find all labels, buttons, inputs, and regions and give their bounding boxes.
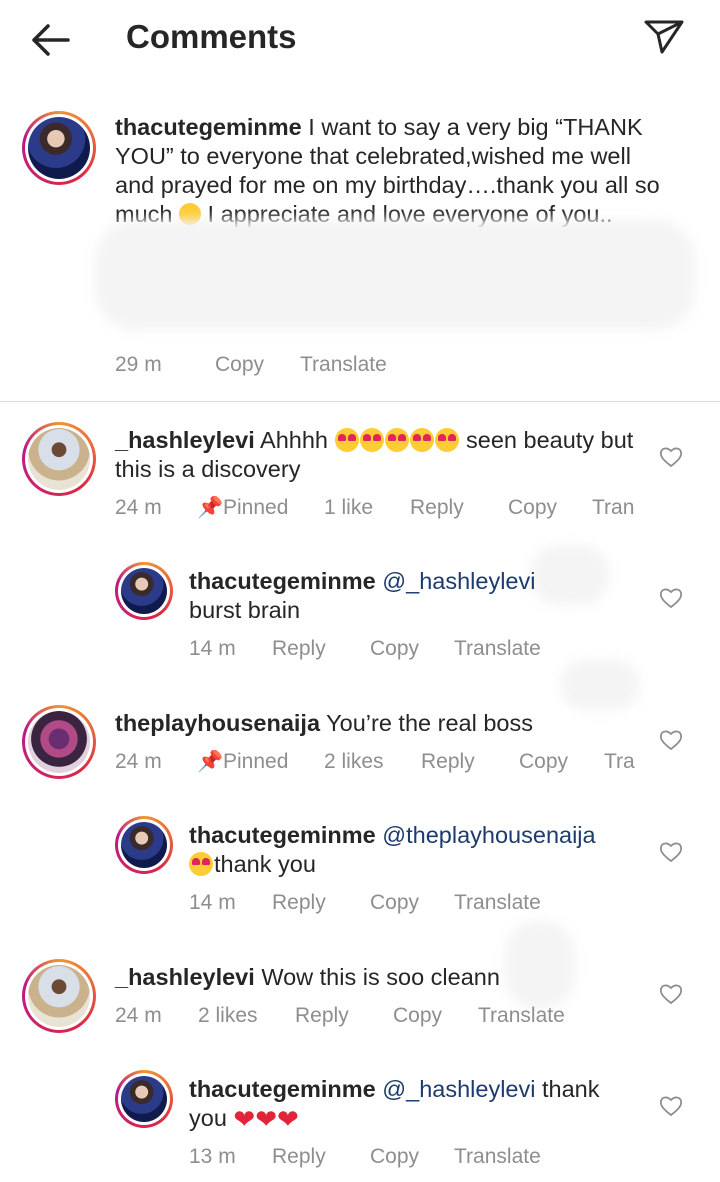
reply-username[interactable]: thacutegeminme [189, 822, 376, 848]
caption-username[interactable]: thacutegeminme [115, 114, 302, 140]
pinned-label: Pinned [223, 750, 289, 773]
avatar[interactable] [22, 111, 96, 185]
timestamp: 29 m [115, 353, 162, 376]
reply-button[interactable]: Reply [421, 750, 475, 774]
caption-meta: 29 m Copy Translate [115, 353, 435, 379]
reply-meta: 14 m Reply Copy Translate [189, 891, 589, 917]
like-heart-icon[interactable] [659, 841, 683, 863]
avatar[interactable] [115, 816, 173, 874]
heart-eyes-emoji [189, 852, 213, 876]
translate-button[interactable]: Translate [478, 1004, 565, 1028]
translate-button[interactable]: Translate [454, 637, 541, 661]
reply-button[interactable]: Reply [272, 637, 326, 661]
comment-text: _hashleylevi Ahhhh seen beauty but this … [115, 427, 634, 482]
reply-button[interactable]: Reply [295, 1004, 349, 1028]
red-heart-emoji: ❤ [233, 1104, 256, 1134]
redacted-smudge [95, 220, 695, 330]
caption-text: thacutegeminme I want to say a very big … [115, 114, 660, 227]
like-heart-icon[interactable] [659, 587, 683, 609]
like-heart-icon[interactable] [659, 983, 683, 1005]
reply-username[interactable]: thacutegeminme [189, 568, 376, 594]
mention-link[interactable]: @theplayhousenaija [382, 822, 595, 848]
translate-button[interactable]: Tra [604, 750, 635, 774]
reply-text: thacutegeminme @_hashleylevi burst brain [189, 568, 536, 623]
timestamp: 24 m [115, 1004, 162, 1027]
avatar[interactable] [22, 705, 96, 779]
copy-button[interactable]: Copy [370, 891, 419, 915]
red-heart-emoji: ❤ [255, 1104, 278, 1134]
divider [0, 401, 720, 402]
reply-meta: 14 m Reply Copy Translate [189, 637, 589, 663]
pin-icon: 📌 [197, 496, 224, 519]
redacted-smudge [560, 660, 640, 710]
reply-text: thacutegeminme @theplayhousenaija thank y… [189, 822, 596, 877]
timestamp: 24 m [115, 750, 162, 773]
comment-meta: 24 m 📌 Pinned 2 likes Reply Copy Tra [115, 750, 635, 776]
translate-button[interactable]: Translate [454, 891, 541, 915]
reply-username[interactable]: thacutegeminme [189, 1076, 376, 1102]
translate-button[interactable]: Translate [454, 1145, 541, 1169]
translate-button[interactable]: Translate [300, 353, 387, 377]
timestamp: 14 m [189, 637, 236, 660]
heart-eyes-emoji [359, 428, 384, 452]
like-heart-icon[interactable] [659, 1095, 683, 1117]
avatar[interactable] [22, 959, 96, 1033]
comment-username[interactable]: _hashleylevi [115, 427, 255, 453]
copy-button[interactable]: Copy [393, 1004, 442, 1028]
pin-icon: 📌 [197, 750, 224, 773]
reply-button[interactable]: Reply [272, 891, 326, 915]
mention-link[interactable]: @_hashleylevi [382, 1076, 535, 1102]
comment-username[interactable]: _hashleylevi [115, 964, 255, 990]
timestamp: 24 m [115, 496, 162, 519]
comment-meta: 24 m 2 likes Reply Copy Translate [115, 1004, 635, 1030]
copy-button[interactable]: Copy [370, 1145, 419, 1169]
paper-plane-icon[interactable] [642, 16, 686, 56]
likes-count[interactable]: 2 likes [324, 750, 384, 774]
like-heart-icon[interactable] [659, 729, 683, 751]
copy-button[interactable]: Copy [215, 353, 264, 377]
copy-button[interactable]: Copy [519, 750, 568, 774]
reply-text: thacutegeminme @_hashleylevi thank you ❤… [189, 1076, 600, 1134]
reply-meta: 13 m Reply Copy Translate [189, 1145, 589, 1171]
heart-eyes-emoji [384, 428, 409, 452]
arrow-left-icon[interactable] [28, 22, 72, 58]
reply-button[interactable]: Reply [272, 1145, 326, 1169]
red-heart-emoji: ❤ [277, 1104, 299, 1134]
likes-count[interactable]: 1 like [324, 496, 373, 520]
comment-text: _hashleylevi Wow this is soo cleann [115, 964, 500, 990]
likes-count[interactable]: 2 likes [198, 1004, 258, 1028]
reply-button[interactable]: Reply [410, 496, 464, 520]
copy-button[interactable]: Copy [370, 637, 419, 661]
comment-text: theplayhousenaija You’re the real boss [115, 710, 533, 736]
avatar[interactable] [115, 562, 173, 620]
pinned-label: Pinned [223, 496, 289, 519]
copy-button[interactable]: Copy [508, 496, 557, 520]
timestamp: 13 m [189, 1145, 236, 1168]
comment-meta: 24 m 📌 Pinned 1 like Reply Copy Tran [115, 496, 635, 522]
like-heart-icon[interactable] [659, 446, 683, 468]
page-title: Comments [126, 18, 297, 55]
avatar[interactable] [22, 422, 96, 496]
heart-eyes-emoji [409, 428, 434, 452]
heart-eyes-emoji [434, 428, 459, 452]
comment-username[interactable]: theplayhousenaija [115, 710, 320, 736]
heart-eyes-emoji [334, 428, 359, 452]
avatar[interactable] [115, 1070, 173, 1128]
mention-link[interactable]: @_hashleylevi [382, 568, 535, 594]
timestamp: 14 m [189, 891, 236, 914]
translate-button[interactable]: Tran [592, 496, 634, 520]
